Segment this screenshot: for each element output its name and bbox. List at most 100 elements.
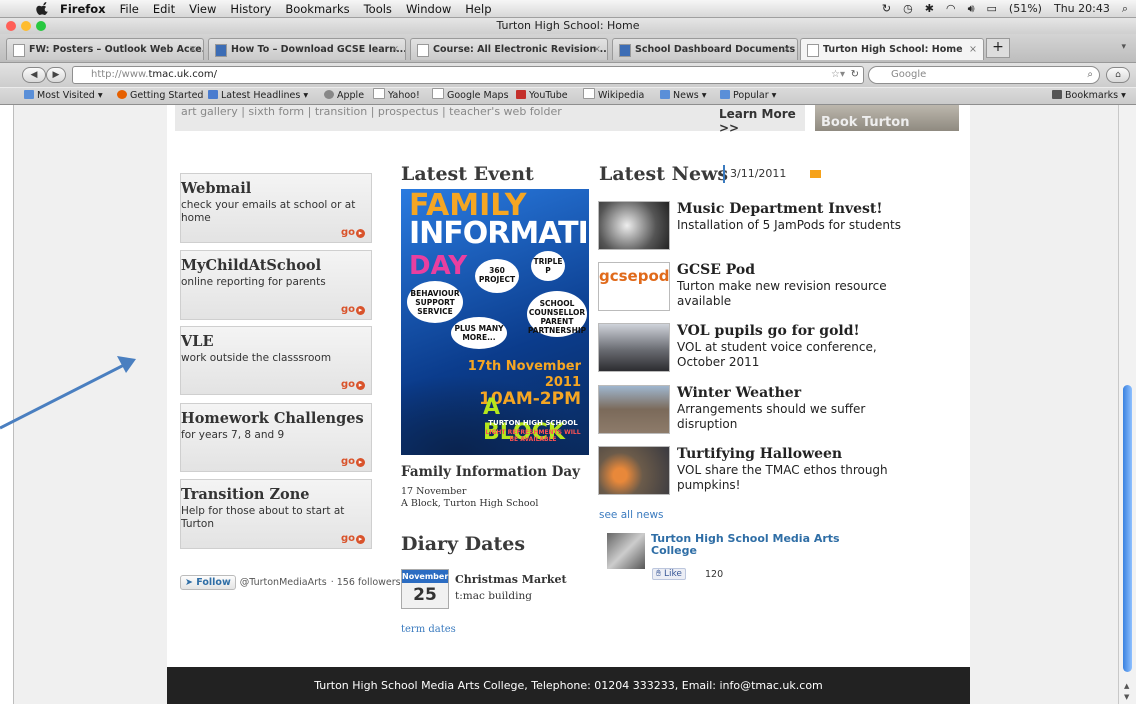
tab-outlook[interactable]: FW: Posters – Outlook Web Acce... × (6, 38, 204, 60)
term-dates-link[interactable]: term dates (401, 624, 456, 635)
window-title: Turton High School: Home (496, 19, 640, 32)
news-thumbnail[interactable] (598, 446, 670, 495)
news-title[interactable]: Music Department Invest! (677, 201, 883, 217)
news-thumbnail[interactable] (598, 323, 670, 372)
transition-zone-go-link[interactable]: go ▸ (341, 533, 365, 544)
menu-history[interactable]: History (230, 2, 271, 16)
bookmarks-menu[interactable]: Bookmarks ▾ (1052, 88, 1126, 104)
bookmark-label: Bookmarks (1065, 90, 1119, 101)
homework-challenges-go-link[interactable]: go ▸ (341, 456, 365, 467)
book-turton-banner[interactable]: Book Turton (815, 105, 959, 131)
news-thumbnail[interactable] (598, 385, 670, 434)
bookmark-latest-headlines[interactable]: Latest Headlines ▾ (208, 88, 308, 104)
bookmark-getting-started[interactable]: Getting Started (117, 88, 203, 104)
tab-label: FW: Posters – Outlook Web Acce... (29, 44, 204, 55)
mychildatschool-box[interactable]: MyChildAtSchool online reporting for par… (180, 250, 372, 320)
scroll-down-icon[interactable]: ▼ (1124, 693, 1129, 701)
news-thumbnail[interactable] (598, 201, 670, 250)
bookmark-popular[interactable]: Popular ▾ (720, 88, 776, 104)
bluetooth-icon[interactable]: ✱ (925, 2, 934, 15)
url-host: tmac.uk.com/ (148, 69, 217, 80)
event-title-link[interactable]: Family Information Day (401, 464, 580, 480)
webmail-go-link[interactable]: go ▸ (341, 227, 365, 238)
vertical-scrollbar[interactable]: ▲ ▼ (1118, 105, 1136, 704)
see-all-news-link[interactable]: see all news (599, 509, 664, 521)
close-tab-icon[interactable]: × (593, 39, 601, 60)
vle-box[interactable]: VLE work outside the classsroom go ▸ (180, 326, 372, 395)
transition-zone-box[interactable]: Transition Zone Help for those about to … (180, 479, 372, 549)
close-tab-icon[interactable]: × (391, 39, 399, 60)
family-information-day-poster[interactable]: FAMILY INFORMATION DAY 360 PROJECT TRIPL… (401, 189, 589, 455)
top-nav-links[interactable]: art gallery | sixth form | transition | … (181, 105, 562, 118)
scroll-up-icon[interactable]: ▲ (1124, 682, 1129, 690)
bookmark-star-icon[interactable]: ☆▾ (831, 67, 845, 83)
home-button[interactable]: ⌂ (1106, 67, 1130, 83)
bookmark-yahoo[interactable]: Yahoo! (373, 88, 420, 104)
zoom-window-button[interactable] (36, 21, 46, 31)
page-footer: Turton High School Media Arts College, T… (167, 667, 970, 704)
tab-dashboard[interactable]: School Dashboard Documents –... × (612, 38, 798, 60)
url-field[interactable]: http://www.tmac.uk.com/ ☆▾ ↻ (72, 66, 864, 84)
close-tab-icon[interactable]: × (189, 39, 197, 60)
news-title[interactable]: Winter Weather (677, 385, 801, 401)
close-tab-icon[interactable]: × (783, 39, 791, 60)
scrollbar-thumb[interactable] (1123, 385, 1132, 672)
clock[interactable]: Thu 20:43 (1054, 2, 1110, 15)
bookmark-news[interactable]: News ▾ (660, 88, 706, 104)
menu-firefox[interactable]: Firefox (60, 2, 106, 16)
bookmark-most-visited[interactable]: Most Visited ▾ (24, 88, 103, 104)
bookmark-apple[interactable]: Apple (324, 88, 364, 104)
search-input[interactable]: Google ⌕ (868, 66, 1100, 84)
bookmark-youtube[interactable]: YouTube (516, 88, 568, 104)
timemachine-icon[interactable]: ◷ (903, 2, 913, 15)
menu-tools[interactable]: Tools (364, 2, 392, 16)
tab-list-icon[interactable]: ▾ (1121, 42, 1126, 52)
facebook-page-thumbnail[interactable] (607, 533, 645, 569)
menu-file[interactable]: File (120, 2, 139, 16)
bookmark-google-maps[interactable]: Google Maps (432, 88, 509, 104)
twitter-follow-button[interactable]: ➤ Follow (180, 575, 236, 590)
learn-more-link[interactable]: Learn More >> (719, 107, 805, 135)
back-button[interactable]: ◀ (22, 67, 46, 83)
minimize-window-button[interactable] (21, 21, 31, 31)
go-label: go (340, 533, 355, 544)
news-title[interactable]: GCSE Pod (677, 262, 755, 278)
tab-course[interactable]: Course: All Electronic Revision ... × (410, 38, 608, 60)
poster-school: TURTON HIGH SCHOOL (488, 419, 578, 427)
poster-bubble: SCHOOL COUNSELLOR PARENT PARTNERSHIP (527, 291, 587, 337)
diary-event-title[interactable]: Christmas Market (455, 573, 567, 586)
reload-icon[interactable]: ↻ (851, 67, 859, 83)
menu-help[interactable]: Help (465, 2, 491, 16)
bookmark-wikipedia[interactable]: Wikipedia (583, 88, 644, 104)
forward-button[interactable]: ▶ (46, 67, 66, 83)
menu-bookmarks[interactable]: Bookmarks (285, 2, 349, 16)
webmail-box[interactable]: Webmail check your emails at school or a… (180, 173, 372, 243)
facebook-page-name[interactable]: Turton High School Media Arts College (651, 533, 861, 557)
rss-icon[interactable] (810, 170, 821, 178)
tab-turton-home[interactable]: Turton High School: Home × (800, 38, 984, 60)
new-tab-button[interactable]: + (986, 38, 1010, 58)
menu-view[interactable]: View (189, 2, 216, 16)
menu-window[interactable]: Window (406, 2, 451, 16)
twitter-handle[interactable]: @TurtonMediaArts (240, 577, 327, 588)
wifi-icon[interactable]: ◠ (946, 2, 956, 15)
news-title[interactable]: VOL pupils go for gold! (677, 323, 860, 339)
volume-icon[interactable]: 🔊︎ (968, 2, 975, 16)
vle-go-link[interactable]: go ▸ (341, 379, 365, 390)
facebook-like-button[interactable]: ✋︎ Like (652, 568, 686, 580)
homework-challenges-box[interactable]: Homework Challenges for years 7, 8 and 9… (180, 403, 372, 472)
close-window-button[interactable] (6, 21, 16, 31)
close-tab-icon[interactable]: × (969, 39, 977, 60)
sync-icon[interactable]: ↻ (882, 2, 891, 15)
menu-edit[interactable]: Edit (153, 2, 175, 16)
tab-gcse[interactable]: How To – Download GCSE learn... × (208, 38, 406, 60)
apple-icon[interactable] (36, 1, 50, 16)
news-desc: VOL at student voice conference, October… (677, 340, 877, 369)
search-icon[interactable]: ⌕ (1087, 67, 1093, 83)
spotlight-icon[interactable]: ⌕ (1122, 2, 1128, 16)
mychildatschool-go-link[interactable]: go ▸ (341, 304, 365, 315)
news-title[interactable]: Turtifying Halloween (677, 446, 842, 462)
battery-icon[interactable]: ▭ (987, 2, 997, 15)
wikipedia-icon (583, 88, 595, 99)
gcsepod-logo[interactable]: gcsepod (598, 262, 670, 311)
